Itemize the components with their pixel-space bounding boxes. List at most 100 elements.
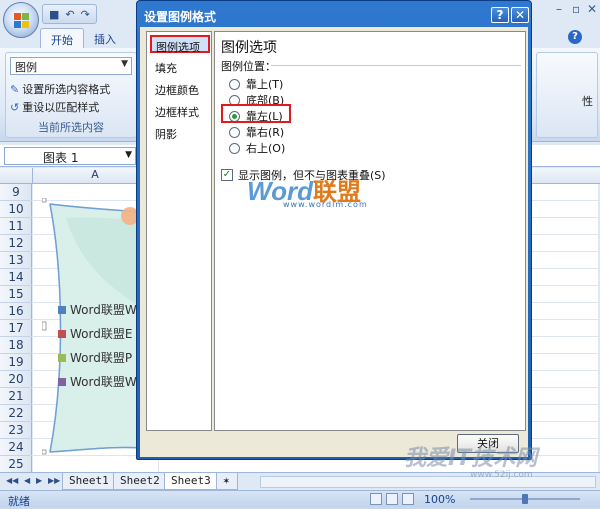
row-header[interactable]: 18: [0, 337, 32, 354]
radio-button[interactable]: [229, 126, 240, 138]
reset-style-button[interactable]: ↺ 重设以匹配样式: [10, 99, 99, 115]
row-header[interactable]: 10: [0, 201, 32, 218]
highlight-box: [221, 104, 291, 123]
row-headers: 9 10 11 12 13 14 15 16 17 18 19 20 21 22 23 24 25: [0, 184, 32, 473]
page-break-view-icon[interactable]: [402, 493, 414, 505]
chevron-down-icon: ▼: [121, 59, 128, 69]
legend-item[interactable]: Word联盟W: [58, 301, 137, 318]
wordlm-watermark: Word联盟 www.wordlm.com: [247, 172, 367, 209]
properties-label: 性: [582, 95, 593, 108]
close-icon[interactable]: ✕: [511, 7, 529, 23]
first-sheet-icon[interactable]: ◀◀: [6, 476, 18, 485]
office-logo-icon: [14, 13, 30, 29]
row-header[interactable]: 21: [0, 388, 32, 405]
restore-icon[interactable]: ▫: [572, 2, 580, 16]
insert-sheet-icon[interactable]: ✶: [216, 473, 238, 490]
current-selection-group: 图例 ▼ ✎ 设置所选内容格式 ↺ 重设以匹配样式 当前所选内容: [5, 52, 137, 138]
format-selection-label: 设置所选内容格式: [22, 83, 111, 96]
row-header[interactable]: 11: [0, 218, 32, 235]
save-icon[interactable]: ■: [49, 8, 59, 21]
radio-top-right[interactable]: 右上(O): [229, 140, 285, 156]
tab-insert[interactable]: 插入: [84, 28, 126, 48]
nav-item-legend-options[interactable]: 图例选项: [150, 35, 210, 54]
radio-top[interactable]: 靠上(T): [229, 76, 283, 92]
properties-group: 性: [536, 52, 598, 138]
watermark-url: www.wordlm.com: [283, 200, 368, 209]
chart-object[interactable]: Word联盟W Word联盟E Word联盟P Word联盟W: [42, 198, 142, 456]
row-header[interactable]: 23: [0, 422, 32, 439]
divider: [271, 65, 521, 66]
row-header[interactable]: 17: [0, 320, 32, 337]
legend-label: Word联盟E: [70, 327, 133, 341]
chart-element-value: 图例: [15, 61, 37, 74]
zoom-slider-thumb[interactable]: [522, 494, 528, 504]
nav-item-border-style[interactable]: 边框样式: [155, 104, 199, 120]
legend-label: Word联盟P: [70, 351, 133, 365]
format-selection-button[interactable]: ✎ 设置所选内容格式: [10, 81, 110, 97]
reset-style-label: 重设以匹配样式: [22, 101, 100, 114]
sheet-tab-sheet1[interactable]: Sheet1: [62, 473, 116, 490]
horizontal-scrollbar[interactable]: [260, 476, 596, 488]
row-header[interactable]: 20: [0, 371, 32, 388]
legend-swatch: [58, 329, 66, 338]
legend-swatch: [58, 353, 66, 362]
row-header[interactable]: 13: [0, 252, 32, 269]
dialog-body: 图例选项 填充 边框颜色 边框样式 阴影 图例选项 图例位置： 靠上(T) 底部…: [140, 27, 528, 457]
row-header[interactable]: 19: [0, 354, 32, 371]
radio-label: 靠右(R): [246, 126, 285, 139]
site-watermark-url: www.52ij.com: [470, 470, 533, 480]
radio-button[interactable]: [229, 78, 240, 90]
dialog-nav: 图例选项 填充 边框颜色 边框样式 阴影: [146, 31, 212, 431]
row-header[interactable]: 12: [0, 235, 32, 252]
status-bar: 就绪 100%: [0, 490, 600, 508]
office-button[interactable]: [3, 2, 39, 38]
name-box[interactable]: 图表 1 ▼: [4, 147, 136, 165]
dialog-titlebar[interactable]: 设置图例格式 ? ✕: [140, 4, 529, 26]
sheet-tab-sheet3[interactable]: Sheet3: [164, 473, 218, 490]
row-header[interactable]: 24: [0, 439, 32, 456]
page-layout-view-icon[interactable]: [386, 493, 398, 505]
undo-icon[interactable]: ↶: [65, 8, 74, 21]
row-header[interactable]: 25: [0, 456, 32, 473]
help-icon[interactable]: ?: [568, 30, 582, 44]
nav-item-border-color[interactable]: 边框颜色: [155, 82, 199, 98]
checkbox-checked[interactable]: ✓: [221, 169, 233, 181]
help-icon[interactable]: ?: [491, 7, 509, 23]
normal-view-icon[interactable]: [370, 493, 382, 505]
zoom-level[interactable]: 100%: [424, 493, 455, 506]
row-header[interactable]: 16: [0, 303, 32, 320]
row-header[interactable]: 22: [0, 405, 32, 422]
legend-label: Word联盟W: [70, 303, 137, 317]
format-legend-dialog: 设置图例格式 ? ✕ 图例选项 填充 边框颜色 边框样式 阴影 图例选项 图例位…: [136, 0, 532, 460]
legend-label: Word联盟W: [70, 375, 137, 389]
group-label: 当前所选内容: [38, 121, 104, 134]
radio-right[interactable]: 靠右(R): [229, 124, 284, 140]
section-title: 图例选项: [221, 40, 277, 56]
nav-item-fill[interactable]: 填充: [155, 60, 177, 76]
row-header[interactable]: 14: [0, 269, 32, 286]
next-sheet-icon[interactable]: ▶: [36, 476, 42, 485]
site-watermark: 我爱IT技术网: [404, 446, 538, 471]
nav-item-shadow[interactable]: 阴影: [155, 126, 177, 142]
prev-sheet-icon[interactable]: ◀: [24, 476, 30, 485]
last-sheet-icon[interactable]: ▶▶: [48, 476, 60, 485]
window-close-icon[interactable]: ✕: [587, 2, 597, 16]
minimize-icon[interactable]: –: [556, 2, 562, 16]
redo-icon[interactable]: ↷: [81, 8, 90, 21]
row-header[interactable]: 9: [0, 184, 32, 201]
legend-swatch: [58, 305, 66, 314]
radio-label: 靠上(T): [246, 78, 284, 91]
legend-item[interactable]: Word联盟E: [58, 325, 132, 342]
chevron-down-icon: ▼: [125, 150, 132, 160]
tab-home[interactable]: 开始: [40, 28, 84, 48]
quick-access-toolbar: ■ ↶ ↷: [42, 4, 97, 24]
row-header[interactable]: 15: [0, 286, 32, 303]
legend-options-panel: 图例选项 图例位置： 靠上(T) 底部(B) 靠左(L) 靠右(R) 右上(O)…: [214, 31, 526, 431]
sheet-tab-sheet2[interactable]: Sheet2: [113, 473, 167, 490]
legend-item[interactable]: Word联盟W: [58, 373, 137, 390]
chart-element-select[interactable]: 图例 ▼: [10, 57, 132, 75]
radio-button[interactable]: [229, 142, 240, 154]
radio-label: 右上(O): [246, 142, 286, 155]
reset-icon: ↺: [10, 100, 20, 114]
legend-item[interactable]: Word联盟P: [58, 349, 132, 366]
